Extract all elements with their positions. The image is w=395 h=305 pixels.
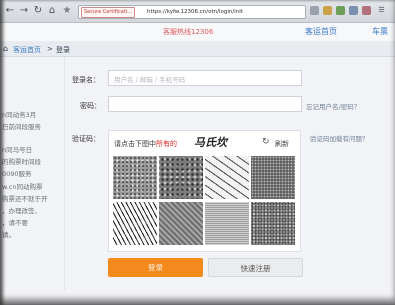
notice-line: 0090服务: [2, 170, 32, 178]
screen: ← → ↻ ⌂ ★ Secure Certificati... https://…: [0, 0, 395, 305]
password-label: 密码：: [80, 102, 101, 110]
forward-icon[interactable]: →: [18, 5, 30, 17]
notice-line: ，办理改签、: [2, 207, 41, 215]
captcha-tile-8[interactable]: [251, 202, 295, 245]
breadcrumb-separator: >: [47, 45, 53, 53]
captcha-prompt-emphasis: 所有的: [156, 140, 177, 148]
captcha-target-word: 马氏坎: [194, 136, 227, 149]
extension-icon[interactable]: [310, 6, 319, 15]
captcha-help-link[interactable]: 验证码加载有问题？: [310, 133, 369, 143]
notice-line: ，请不要: [2, 219, 28, 227]
register-button[interactable]: 快速注册: [208, 258, 303, 277]
house-icon: ⌂: [3, 44, 9, 53]
password-input[interactable]: [108, 96, 302, 112]
forgot-password-link[interactable]: 忘记用户名/密码？: [306, 101, 360, 111]
notice-line: 请。: [2, 231, 15, 239]
captcha-tile-7[interactable]: [205, 202, 249, 245]
refresh-icon[interactable]: ↻: [262, 137, 270, 147]
username-input[interactable]: 用户名 / 邮箱 / 手机号码: [108, 70, 302, 86]
url-text[interactable]: https://kyfw.12306.cn/otn/login/init: [147, 7, 243, 17]
login-button[interactable]: 登录: [108, 258, 203, 277]
captcha-tile-6[interactable]: [159, 202, 203, 245]
extension-icon[interactable]: [336, 6, 345, 15]
notice-line: 的购票时间段: [2, 158, 41, 166]
browser-toolbar: ← → ↻ ⌂ ★ Secure Certificati... https://…: [0, 0, 395, 23]
back-icon[interactable]: ←: [4, 5, 16, 17]
notice-line: 日前间段服务: [2, 123, 41, 131]
home-icon[interactable]: ⌂: [46, 5, 58, 17]
nav-link-home[interactable]: 客运首页: [305, 26, 337, 37]
site-header: 客服热线12306 客运首页 车票: [0, 23, 395, 41]
extension-icon[interactable]: [323, 6, 332, 15]
breadcrumb: ⌂ 客运首页 > 登录: [0, 41, 395, 57]
notice-panel: n同动务3月 日前间段服务 n同马号日 的购票时间段 0090服务 w.cn同动…: [0, 57, 65, 290]
notice-line: 购票还不就于开: [2, 195, 48, 203]
nav-link-tickets[interactable]: 车票: [372, 26, 388, 37]
captcha-tile-5[interactable]: [113, 202, 157, 245]
notice-line: n同马号日: [2, 146, 33, 154]
extension-icon[interactable]: [349, 6, 358, 15]
captcha-refresh-button[interactable]: 刷新: [275, 139, 289, 149]
notice-line: n同动务3月: [2, 111, 37, 119]
star-icon[interactable]: ★: [61, 5, 73, 17]
captcha-tile-1[interactable]: [113, 156, 157, 199]
captcha-prompt-text: 请点击下图中: [114, 140, 156, 148]
breadcrumb-home-link[interactable]: 客运首页: [13, 45, 41, 55]
hotline-text: 客服热线12306: [163, 28, 214, 36]
address-bar[interactable]: Secure Certificati... https://kyfw.12306…: [78, 5, 306, 19]
captcha-tile-3[interactable]: [205, 156, 249, 199]
notice-line: w.cn同动购票: [2, 183, 43, 191]
menu-icon[interactable]: ☰: [377, 6, 386, 15]
captcha-label: 验证码：: [72, 135, 100, 143]
security-chip[interactable]: Secure Certificati...: [81, 7, 135, 18]
username-placeholder: 用户名 / 邮箱 / 手机号码: [114, 76, 186, 84]
captcha-prompt: 请点击下图中所有的: [114, 139, 177, 149]
captcha-tile-2[interactable]: [159, 156, 203, 199]
reload-icon[interactable]: ↻: [32, 5, 44, 17]
breadcrumb-current: 登录: [56, 46, 70, 54]
username-label: 登录名：: [72, 76, 100, 84]
captcha-panel: 请点击下图中所有的 马氏坎 ↻ 刷新: [108, 130, 301, 252]
captcha-tile-4[interactable]: [251, 156, 295, 199]
extension-icon[interactable]: [362, 6, 371, 15]
